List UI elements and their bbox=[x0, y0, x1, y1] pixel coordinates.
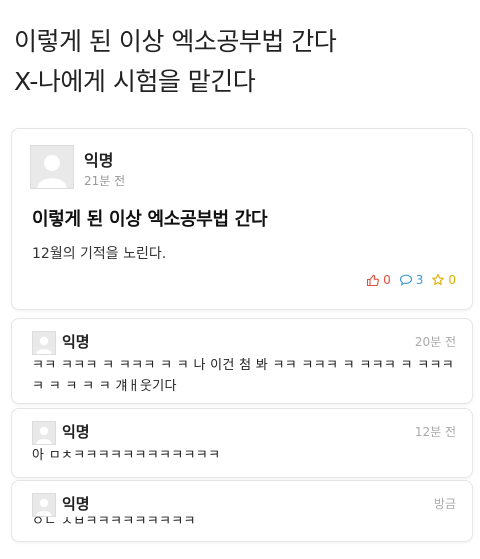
comment-text: 아 ㅁㅊㅋㅋㅋㅋㅋㅋㅋㅋㅋㅋㅋㅋ bbox=[32, 448, 221, 463]
comment-text: ㅋㅋ ㅋㅋㅋ ㅋ ㅋㅋㅋ ㅋ ㅋ 나 이건 첨 봐 ㅋㅋ ㅋㅋㅋ ㅋ ㅋㅋㅋ ㅋ… bbox=[32, 358, 455, 394]
scrap-button[interactable]: 0 bbox=[431, 273, 456, 287]
comment-text: ㅇㄴ ㅅㅂㅋㅋㅋㅋㅋㅋㅋㅋㅋ bbox=[32, 514, 196, 529]
post-stats: 0 3 0 bbox=[366, 273, 456, 287]
comment-item[interactable]: 익명 20분 전 ㅋㅋ ㅋㅋㅋ ㅋ ㅋㅋㅋ ㅋ ㅋ 나 이건 첨 봐 ㅋㅋ ㅋㅋ… bbox=[11, 318, 473, 404]
like-count: 0 bbox=[383, 273, 391, 287]
post-body: 12월의 기적을 노린다. bbox=[32, 246, 167, 262]
default-user-icon bbox=[32, 421, 56, 445]
comment-time: 12분 전 bbox=[414, 425, 456, 439]
caption-line-1: 이렇게 된 이상 엑소공부법 간다 bbox=[14, 27, 337, 56]
comment-author: 익명 bbox=[62, 333, 90, 351]
star-icon bbox=[431, 273, 445, 287]
comment-count: 3 bbox=[415, 273, 424, 287]
like-button[interactable]: 0 bbox=[366, 273, 391, 287]
speech-bubble-icon bbox=[399, 273, 413, 287]
post-title: 이렇게 된 이상 엑소공부법 간다 bbox=[32, 209, 268, 230]
post-card[interactable]: 익명 21분 전 이렇게 된 이상 엑소공부법 간다 12월의 기적을 노린다.… bbox=[11, 128, 473, 310]
comment-author: 익명 bbox=[62, 423, 90, 441]
post-author: 익명 bbox=[84, 151, 114, 170]
scrap-count: 0 bbox=[448, 273, 456, 287]
thumbs-up-icon bbox=[366, 273, 380, 287]
comment-count-button[interactable]: 3 bbox=[399, 273, 424, 287]
post-time: 21분 전 bbox=[84, 174, 126, 188]
default-user-icon bbox=[32, 331, 56, 355]
comment-item[interactable]: 익명 방금 ㅇㄴ ㅅㅂㅋㅋㅋㅋㅋㅋㅋㅋㅋ bbox=[11, 480, 473, 542]
comment-time: 방금 bbox=[433, 497, 456, 511]
default-user-icon bbox=[30, 145, 74, 189]
caption-line-2: X-나에게 시험을 맡긴다 bbox=[14, 67, 256, 96]
comment-time: 20분 전 bbox=[414, 335, 456, 349]
comment-item[interactable]: 익명 12분 전 아 ㅁㅊㅋㅋㅋㅋㅋㅋㅋㅋㅋㅋㅋㅋ bbox=[11, 408, 473, 478]
